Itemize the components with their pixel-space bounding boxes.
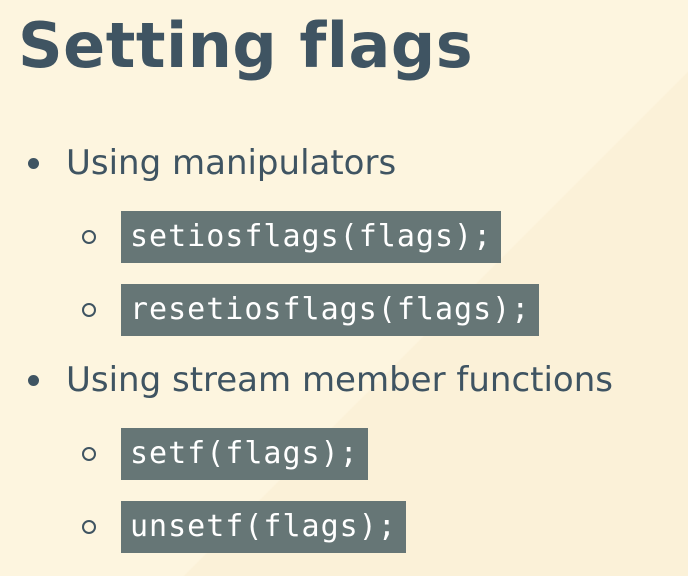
code-snippet: setiosflags(flags); (121, 211, 502, 263)
hollow-circle-bullet-icon (82, 520, 96, 534)
sub-item-setf: setf(flags); (82, 428, 368, 480)
bullet-text: Using manipulators (66, 143, 397, 183)
bullet-disc-icon (28, 374, 39, 386)
bullet-item-stream-member-functions: Using stream member functions (28, 358, 613, 402)
sub-item-setiosflags: setiosflags(flags); (82, 211, 502, 263)
hollow-circle-bullet-icon (82, 230, 96, 244)
code-snippet: setf(flags); (121, 428, 368, 480)
code-snippet: unsetf(flags); (121, 501, 406, 553)
bullet-disc-icon (28, 157, 39, 169)
bullet-text: Using stream member functions (66, 360, 613, 400)
code-snippet: resetiosflags(flags); (121, 284, 540, 336)
hollow-circle-bullet-icon (82, 303, 96, 317)
bullet-item-manipulators: Using manipulators (28, 141, 396, 185)
sub-item-unsetf: unsetf(flags); (82, 501, 406, 553)
slide-title: Setting flags (18, 9, 474, 82)
sub-item-resetiosflags: resetiosflags(flags); (82, 284, 540, 336)
hollow-circle-bullet-icon (82, 447, 96, 461)
